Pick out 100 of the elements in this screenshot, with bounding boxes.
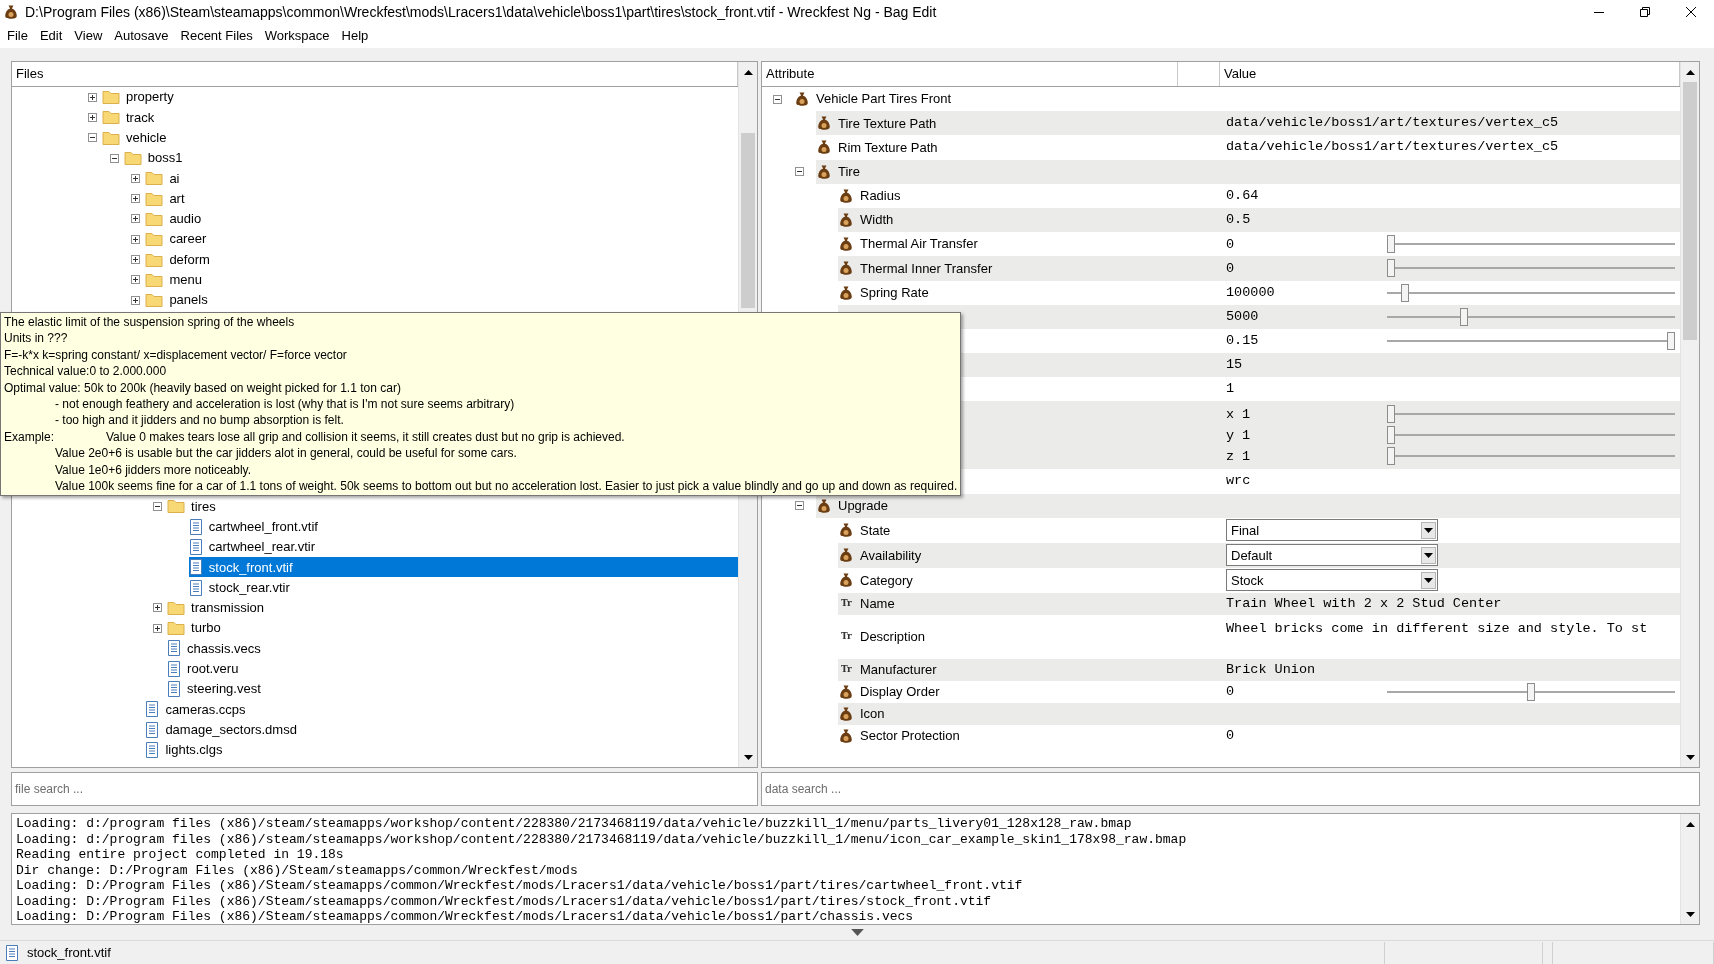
tree-item[interactable]: tires [167, 496, 738, 517]
scroll-thumb[interactable] [1683, 82, 1697, 340]
tree-item[interactable]: cartwheel_rear.vtir [188, 536, 738, 558]
tree-item[interactable]: turbo [167, 618, 738, 639]
slider-thumb[interactable] [1387, 259, 1395, 278]
down-arrow-icon [1685, 754, 1695, 760]
bag-icon [816, 139, 832, 156]
tree-item[interactable]: transmission [167, 597, 738, 619]
slider-thumb[interactable] [1387, 426, 1395, 445]
slider[interactable] [1387, 404, 1675, 425]
expand-toggle[interactable] [131, 214, 141, 224]
folder-icon [145, 292, 164, 309]
expand-toggle[interactable] [131, 194, 141, 204]
slider[interactable] [1387, 330, 1675, 351]
attribute-value: 0 [1226, 260, 1235, 276]
slider[interactable] [1387, 306, 1675, 327]
tree-item[interactable]: cameras.ccps [145, 699, 738, 720]
expand-toggle[interactable] [131, 255, 141, 264]
tree-item[interactable]: career [145, 229, 738, 250]
slider-thumb[interactable] [1667, 331, 1675, 350]
expand-toggle[interactable] [88, 112, 97, 122]
slider[interactable] [1387, 425, 1675, 446]
splitter-arrow-icon[interactable] [850, 929, 864, 936]
tree-item[interactable]: lights.clgs [145, 739, 738, 761]
tree-item[interactable]: stock_front.vtif [188, 557, 738, 578]
expand-toggle[interactable] [109, 153, 119, 163]
expand-toggle[interactable] [131, 173, 141, 183]
attribute-label: Sector Protection [860, 728, 960, 744]
folder-icon [123, 150, 142, 167]
expand-toggle[interactable] [131, 234, 141, 244]
attribute-value: 1 [1242, 448, 1251, 464]
window-title: D:\Program Files (x86)\Steam\steamapps\common\Wreckfest\mods\Lracers1\data\vehicle\boss1\part\tires\stock_front.vtif - Wreckfest Ng - Bag Edit [25, 2, 937, 22]
dropdown[interactable]: Final [1226, 519, 1438, 542]
slider-thumb[interactable] [1459, 307, 1468, 326]
command-entry[interactable]: File [1, 26, 34, 46]
slider-thumb[interactable] [1387, 235, 1395, 254]
tree-item[interactable]: boss1 [123, 147, 738, 169]
tree-item[interactable]: stock_rear.vtir [188, 577, 738, 598]
expand-toggle[interactable] [88, 133, 97, 143]
dropdown-arrow-icon [1424, 527, 1433, 533]
search-field[interactable]: data search ... [761, 772, 1700, 806]
slider-thumb[interactable] [1387, 405, 1395, 424]
tree-item[interactable]: root.veru [167, 658, 738, 679]
slider-thumb[interactable] [1401, 283, 1409, 302]
tree-item[interactable]: cartwheel_front.vtif [188, 516, 738, 537]
expand-toggle[interactable] [153, 603, 163, 613]
bag-icon [838, 522, 854, 539]
expand-toggle[interactable] [153, 501, 163, 511]
folder-icon [145, 231, 164, 248]
command-entry[interactable]: Help [335, 26, 375, 46]
tooltip-text: Value 0 makes tears lose all grip and collision it seems, it still creates dust but no grip is achieved. [106, 428, 625, 446]
tree-item[interactable]: chassis.vecs [167, 638, 738, 659]
dropdown[interactable]: Stock [1226, 569, 1438, 592]
slider[interactable] [1387, 282, 1675, 303]
command-entry[interactable]: Workspace [258, 26, 336, 46]
search-field[interactable]: file search ... [11, 772, 758, 806]
log-line: Loading: D:/Program Files (x86)/Steam/steamapps/common/Wreckfest/mods/Lracers1/data/vehicle/boss1/part/tires/cartwheel_front.vtif [16, 878, 1024, 894]
slider[interactable] [1387, 258, 1675, 279]
tree-item[interactable]: menu [145, 269, 738, 290]
expand-toggle[interactable] [131, 275, 141, 285]
expand-toggle[interactable] [773, 94, 782, 104]
tree-item[interactable]: damage_sectors.dmsd [145, 719, 738, 740]
tooltip-term: Example: [4, 428, 56, 446]
down-arrow-icon [1685, 911, 1695, 917]
tooltip-text: Optimal value: 50k to 200k (heavily based on weight picked for 1.1 ton car) [4, 379, 401, 397]
attribute-label: State [860, 522, 891, 538]
tree-item[interactable]: panels [145, 289, 738, 311]
command-entry[interactable]: View [68, 26, 109, 46]
tree-item[interactable]: ai [145, 168, 738, 189]
expand-toggle[interactable] [795, 501, 804, 511]
bag-icon [838, 705, 854, 722]
folder-icon [102, 89, 120, 106]
scroll-thumb[interactable] [741, 133, 755, 308]
bag-icon [816, 115, 832, 132]
file-icon [145, 721, 160, 738]
command-entry[interactable]: Edit [33, 26, 69, 46]
slider-thumb[interactable] [1387, 447, 1395, 466]
tooltip-text: F=-k*x k=spring constant/ x=displacement vector/ F=force vector [4, 346, 347, 364]
slider[interactable] [1387, 446, 1675, 467]
folder-icon [102, 109, 120, 126]
slider[interactable] [1387, 234, 1675, 255]
expand-toggle[interactable] [795, 167, 804, 177]
tree-item[interactable]: vehicle [102, 127, 738, 148]
slider-thumb[interactable] [1527, 682, 1535, 701]
expand-toggle[interactable] [88, 92, 97, 102]
tree-item[interactable]: track [102, 107, 738, 128]
column-header[interactable]: Attribute [762, 62, 1178, 86]
folder-icon [167, 620, 186, 637]
tree-item[interactable]: audio [145, 208, 738, 230]
attribute-value: 0 [1226, 236, 1235, 252]
command-entry[interactable]: Recent Files [174, 26, 259, 46]
expand-toggle[interactable] [131, 295, 141, 305]
tree-item[interactable]: deform [145, 249, 738, 270]
command-entry[interactable]: Autosave [108, 26, 175, 46]
tree-item[interactable]: art [145, 188, 738, 209]
tree-item[interactable]: steering.vest [167, 678, 738, 700]
slider[interactable] [1387, 681, 1675, 702]
dropdown[interactable]: Default [1226, 544, 1438, 567]
tree-item[interactable]: property [102, 87, 738, 108]
expand-toggle[interactable] [153, 623, 163, 633]
